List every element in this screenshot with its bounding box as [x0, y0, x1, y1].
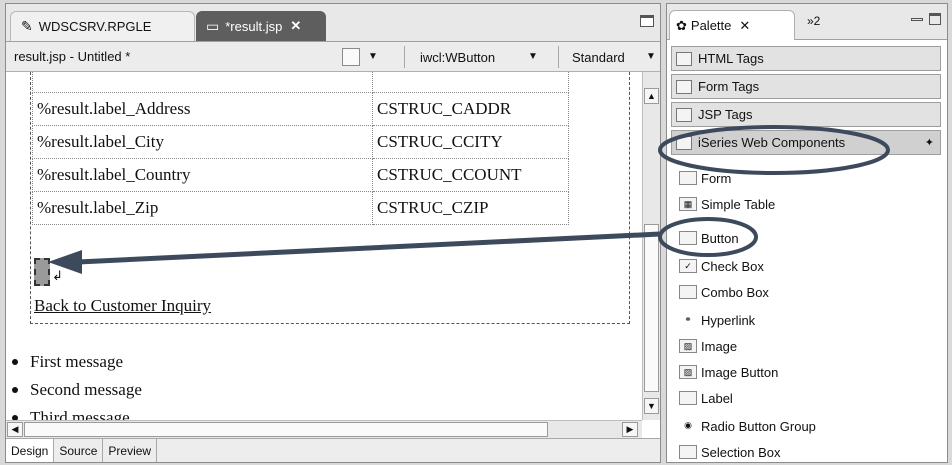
table-row[interactable]: %result.label_Country CSTRUC_CCOUNT — [32, 158, 569, 192]
palette-icon: ✿ — [676, 17, 687, 33]
table-row[interactable]: %result.label_Address CSTRUC_CADDR — [32, 92, 569, 126]
scroll-left-icon[interactable]: ◀ — [7, 422, 23, 437]
drawer-html-tags[interactable]: HTML Tags — [671, 46, 941, 71]
maximize-icon[interactable] — [640, 15, 654, 27]
result-table[interactable]: %result.label_Address CSTRUC_CADDR %resu… — [32, 72, 569, 225]
table-cell-field[interactable]: CSTRUC_CCOUNT — [372, 158, 569, 192]
close-icon[interactable]: ✕ — [739, 18, 750, 34]
drawer-iseries-web-components[interactable]: iSeries Web Components ✦ — [671, 130, 941, 155]
jsp-tags-icon — [676, 107, 692, 122]
palette-item-button[interactable]: Button — [679, 228, 739, 248]
hyperlink-icon: ⚭ — [684, 314, 692, 324]
radio-icon: ◉ — [684, 420, 692, 430]
editor-tab-bar: ✎ WDSCSRV.RPGLE ▭ *result.jsp ✕ — [6, 4, 660, 42]
palette-item-image-button[interactable]: ▨ Image Button — [679, 362, 778, 382]
messages-list: First message Second message Third messa… — [12, 348, 142, 420]
table-row[interactable]: %result.label_Zip CSTRUC_CZIP — [32, 191, 569, 225]
list-item: Third message — [12, 404, 142, 420]
scroll-down-icon[interactable]: ▼ — [644, 398, 659, 414]
table-cell-label[interactable]: %result.label_Address — [32, 92, 373, 126]
tab-preview[interactable]: Preview — [103, 439, 158, 462]
iseries-components-icon — [676, 135, 692, 150]
palette-item-form[interactable]: Form — [679, 168, 731, 188]
label-icon — [679, 391, 697, 405]
bullet-icon — [12, 359, 18, 365]
chevron-down-icon[interactable]: ▼ — [368, 51, 378, 62]
palette-item-check-box[interactable]: ✓ Check Box — [679, 256, 764, 276]
scroll-up-icon[interactable]: ▲ — [644, 88, 659, 104]
table-icon: ▦ — [679, 197, 697, 211]
palette-item-combo-box[interactable]: Combo Box — [679, 282, 769, 302]
tab-result-jsp[interactable]: ▭ *result.jsp ✕ — [196, 11, 326, 41]
tab-wdscsrv-rpgle[interactable]: ✎ WDSCSRV.RPGLE — [10, 11, 195, 41]
scroll-thumb[interactable] — [644, 224, 659, 392]
list-item: First message — [12, 348, 142, 376]
image-button-icon: ▨ — [679, 365, 697, 379]
document-title: result.jsp - Untitled * — [14, 49, 131, 64]
pin-icon[interactable]: ✦ — [925, 136, 934, 149]
scroll-thumb[interactable] — [24, 422, 548, 437]
maximize-icon[interactable] — [929, 13, 941, 25]
editor-toolbar: result.jsp - Untitled * ▼ iwcl:WButton ▼… — [6, 42, 660, 72]
close-icon[interactable]: ✕ — [290, 18, 301, 34]
tab-label: *result.jsp — [225, 18, 283, 34]
drawer-jsp-tags[interactable]: JSP Tags — [671, 102, 941, 127]
tab-design[interactable]: Design — [6, 439, 55, 462]
palette-item-hyperlink[interactable]: ⚭ Hyperlink — [679, 310, 755, 330]
html-tags-icon — [676, 51, 692, 66]
back-to-inquiry-link[interactable]: Back to Customer Inquiry — [34, 296, 211, 316]
combobox-icon — [679, 285, 697, 299]
table-cell-label[interactable]: %result.label_City — [32, 125, 373, 159]
selection-box-icon — [679, 445, 697, 459]
drawer-form-tags[interactable]: Form Tags — [671, 74, 941, 99]
jsp-file-icon: ▭ — [206, 17, 220, 34]
palette-item-radio-button-group[interactable]: ◉ Radio Button Group — [679, 416, 816, 436]
tab-label: WDSCSRV.RPGLE — [38, 19, 152, 34]
design-canvas[interactable]: %result.label_Address CSTRUC_CADDR %resu… — [6, 72, 642, 420]
table-cell-field[interactable]: CSTRUC_CZIP — [372, 191, 569, 225]
line-break-glyph: ↲ — [52, 268, 63, 283]
page-properties-icon[interactable] — [342, 48, 360, 66]
image-icon: ▨ — [679, 339, 697, 353]
pencil-icon: ✎ — [21, 18, 33, 34]
palette-view: ✿ Palette ✕ »2 HTML Tags Form Tags JSP T… — [666, 3, 948, 463]
table-cell-label[interactable]: %result.label_Country — [32, 158, 373, 192]
palette-item-label[interactable]: Label — [679, 388, 733, 408]
drop-target-button-placeholder[interactable] — [34, 258, 50, 286]
toolbar-divider — [558, 46, 559, 68]
palette-title: Palette — [690, 18, 732, 33]
tab-palette[interactable]: ✿ Palette ✕ — [669, 10, 795, 40]
form-icon — [679, 171, 697, 185]
editor-pane: ✎ WDSCSRV.RPGLE ▭ *result.jsp ✕ result.j… — [5, 3, 661, 463]
horizontal-scrollbar[interactable]: ◀ ▶ — [6, 420, 642, 438]
toolbar-divider — [404, 46, 405, 68]
chevron-down-icon[interactable]: ▼ — [528, 51, 538, 62]
table-row[interactable]: %result.label_City CSTRUC_CCITY — [32, 125, 569, 159]
palette-item-selection-box[interactable]: Selection Box — [679, 442, 781, 462]
table-cell-field[interactable]: CSTRUC_CADDR — [372, 92, 569, 126]
minimize-icon[interactable] — [911, 18, 923, 21]
view-mode-tabs: Design Source Preview — [6, 438, 660, 462]
vertical-scrollbar[interactable]: ▲ ▼ — [642, 72, 660, 420]
tab-source[interactable]: Source — [54, 439, 104, 462]
scroll-right-icon[interactable]: ▶ — [622, 422, 638, 437]
list-item: Second message — [12, 376, 142, 404]
palette-header: ✿ Palette ✕ »2 — [667, 4, 947, 40]
mode-combo[interactable]: Standard — [572, 50, 625, 65]
button-icon — [679, 231, 697, 245]
overflow-tabs-button[interactable]: »2 — [807, 14, 820, 28]
bullet-icon — [12, 387, 18, 393]
table-cell-field[interactable]: CSTRUC_CCITY — [372, 125, 569, 159]
table-cell-label[interactable]: %result.label_Zip — [32, 191, 373, 225]
palette-item-simple-table[interactable]: ▦ Simple Table — [679, 194, 775, 214]
component-combo[interactable]: iwcl:WButton — [420, 50, 495, 65]
checkbox-icon: ✓ — [679, 259, 697, 273]
palette-item-image[interactable]: ▨ Image — [679, 336, 737, 356]
form-tags-icon — [676, 79, 692, 94]
chevron-down-icon[interactable]: ▼ — [646, 51, 656, 62]
table-row[interactable] — [32, 72, 569, 93]
